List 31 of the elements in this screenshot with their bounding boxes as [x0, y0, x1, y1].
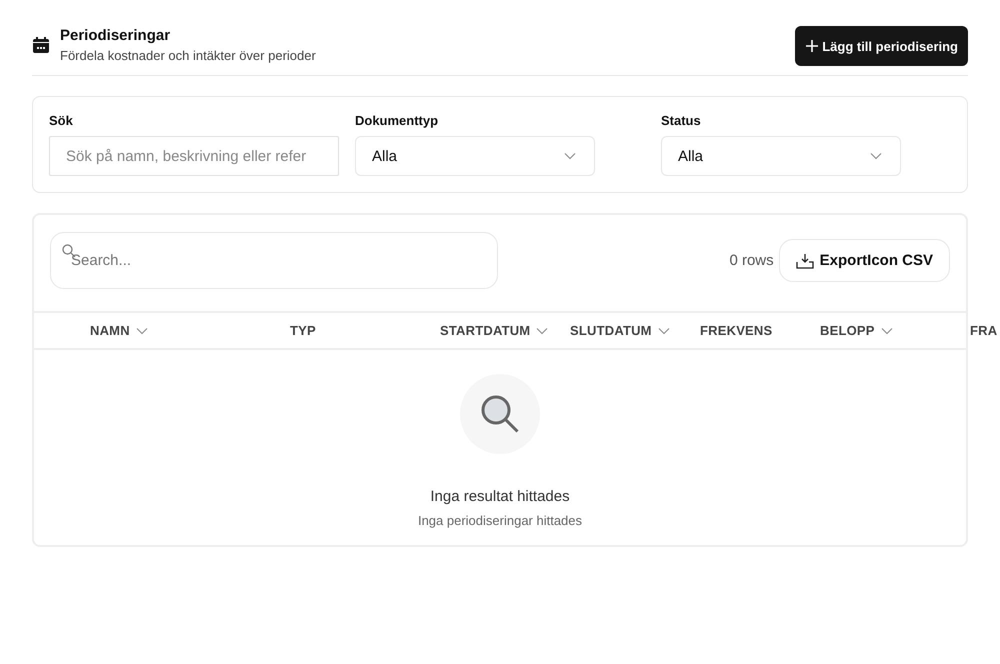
calendar-icon — [32, 36, 50, 54]
add-accrual-button[interactable]: Lägg till periodisering — [795, 26, 968, 66]
column-header: FREKVENS — [700, 323, 774, 338]
dropdown[interactable]: Alla — [661, 136, 901, 176]
field-label: Dokumenttyp — [355, 113, 440, 130]
chevron-down-icon — [564, 152, 576, 160]
chevron-down-icon — [136, 326, 148, 334]
table-search-field[interactable]: Search... — [50, 232, 498, 289]
row-count: 0 rows — [729, 252, 774, 269]
page-title: Periodiseringar — [60, 26, 172, 46]
column-header: FRA — [970, 323, 998, 338]
download-icon — [796, 252, 814, 268]
plus-icon — [805, 39, 820, 53]
column-header[interactable]: NAMN — [90, 323, 290, 338]
search-icon — [479, 393, 521, 435]
column-header[interactable]: BELOPP — [820, 323, 970, 338]
page-subtitle: Fördela kostnader och intäkter över perioder — [60, 48, 316, 63]
empty-state-title: Inga resultat hittades — [430, 488, 570, 505]
chevron-down-icon — [536, 326, 548, 334]
empty-state-message: Inga periodiseringar hittades — [418, 513, 582, 528]
search-field[interactable]: Sök på namn, beskrivning eller refer — [49, 136, 339, 176]
field-label: Sök — [49, 113, 74, 130]
chevron-down-icon — [658, 326, 670, 334]
field-label: Status — [661, 113, 702, 130]
export-button[interactable]: ExportIcon CSV — [778, 239, 950, 282]
dropdown[interactable]: Alla — [355, 136, 595, 176]
column-header[interactable]: STARTDATUM — [440, 323, 570, 338]
column-header: TYP — [290, 323, 317, 338]
chevron-down-icon — [870, 152, 882, 160]
column-header[interactable]: SLUTDATUM — [570, 323, 700, 338]
chevron-down-icon — [880, 326, 893, 334]
